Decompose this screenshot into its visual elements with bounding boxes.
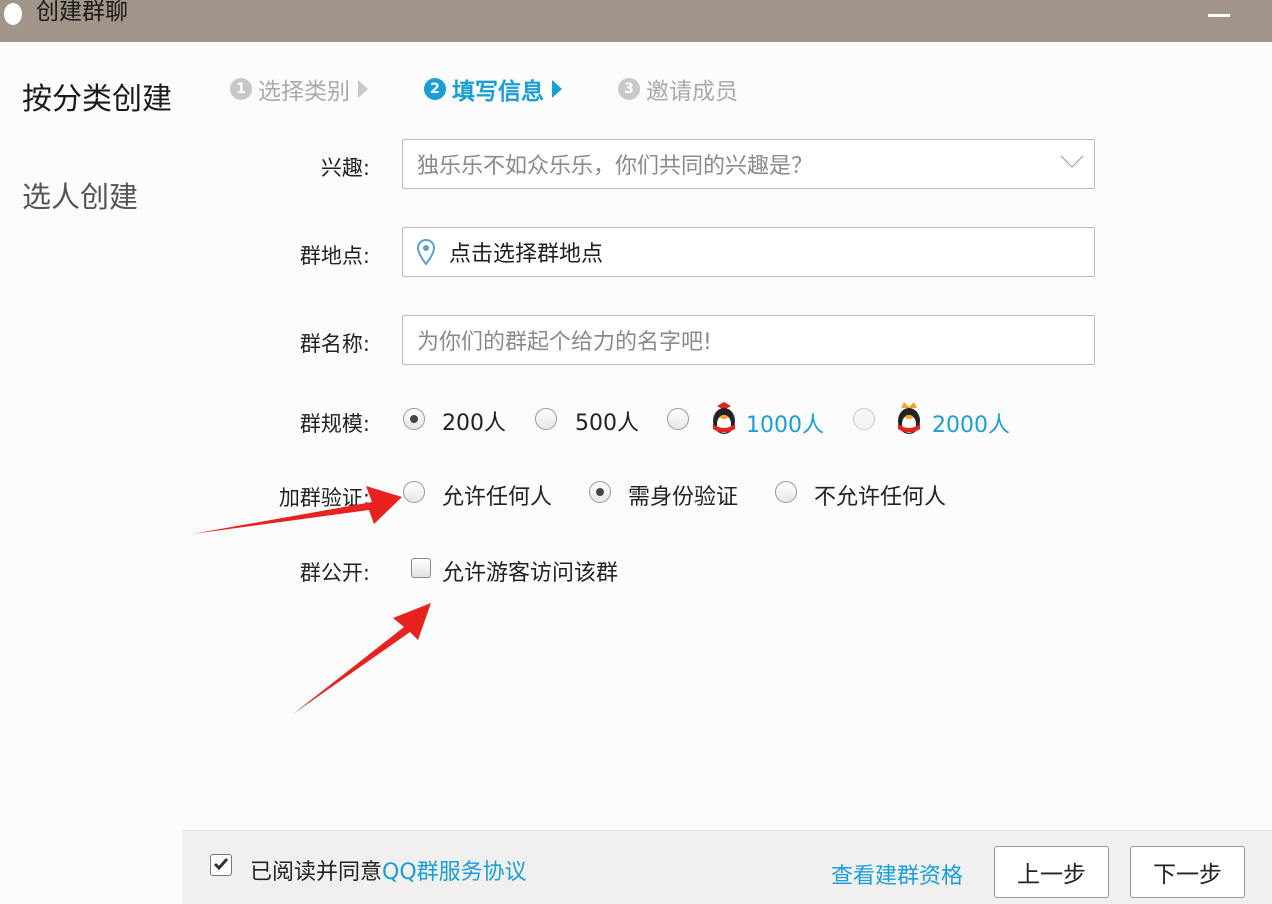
service-agreement-link[interactable]: QQ群服务协议 xyxy=(382,860,527,885)
agree-text: 已阅读并同意QQ群服务协议 xyxy=(250,854,527,886)
annotation-arrow-verify xyxy=(192,486,402,534)
agree-prefix: 已阅读并同意 xyxy=(250,860,383,885)
check-icon xyxy=(213,858,229,871)
annotation-arrow-public xyxy=(293,603,431,714)
annotation-arrows xyxy=(192,486,431,714)
prev-button[interactable]: 上一步 xyxy=(994,846,1109,898)
view-qualification-link[interactable]: 查看建群资格 xyxy=(831,858,963,890)
next-button[interactable]: 下一步 xyxy=(1130,846,1245,898)
agree-checkbox[interactable] xyxy=(210,854,232,876)
